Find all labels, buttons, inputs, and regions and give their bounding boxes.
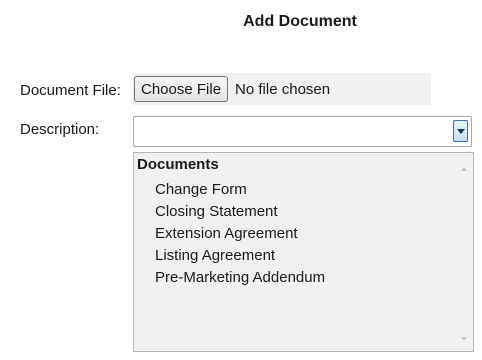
option-pre-marketing-addendum[interactable]: Pre-Marketing Addendum [155,267,325,289]
option-change-form[interactable]: Change Form [155,179,325,201]
dropdown-scrollbar[interactable] [456,153,473,351]
file-status-text: No file chosen [235,80,331,98]
scroll-up-arrow-icon[interactable] [461,167,467,171]
choose-file-button[interactable]: Choose File [134,76,229,102]
option-extension-agreement[interactable]: Extension Agreement [155,223,325,245]
description-dropdown-list: Documents Change Form Closing Statement … [133,152,474,352]
description-label: Description: [20,121,100,138]
option-listing-agreement[interactable]: Listing Agreement [155,245,325,267]
option-group-documents: Documents [137,156,219,173]
scroll-down-arrow-icon[interactable] [461,337,467,341]
document-file-input[interactable]: Choose File No file chosen [133,73,431,105]
add-document-form: Add Document Document File: Choose File … [0,0,482,360]
chevron-down-icon[interactable] [453,120,468,142]
document-file-label: Document File: [20,82,121,99]
option-closing-statement[interactable]: Closing Statement [155,201,325,223]
option-list: Change Form Closing Statement Extension … [155,179,325,289]
page-title: Add Document [243,13,357,30]
description-select[interactable] [133,116,472,147]
